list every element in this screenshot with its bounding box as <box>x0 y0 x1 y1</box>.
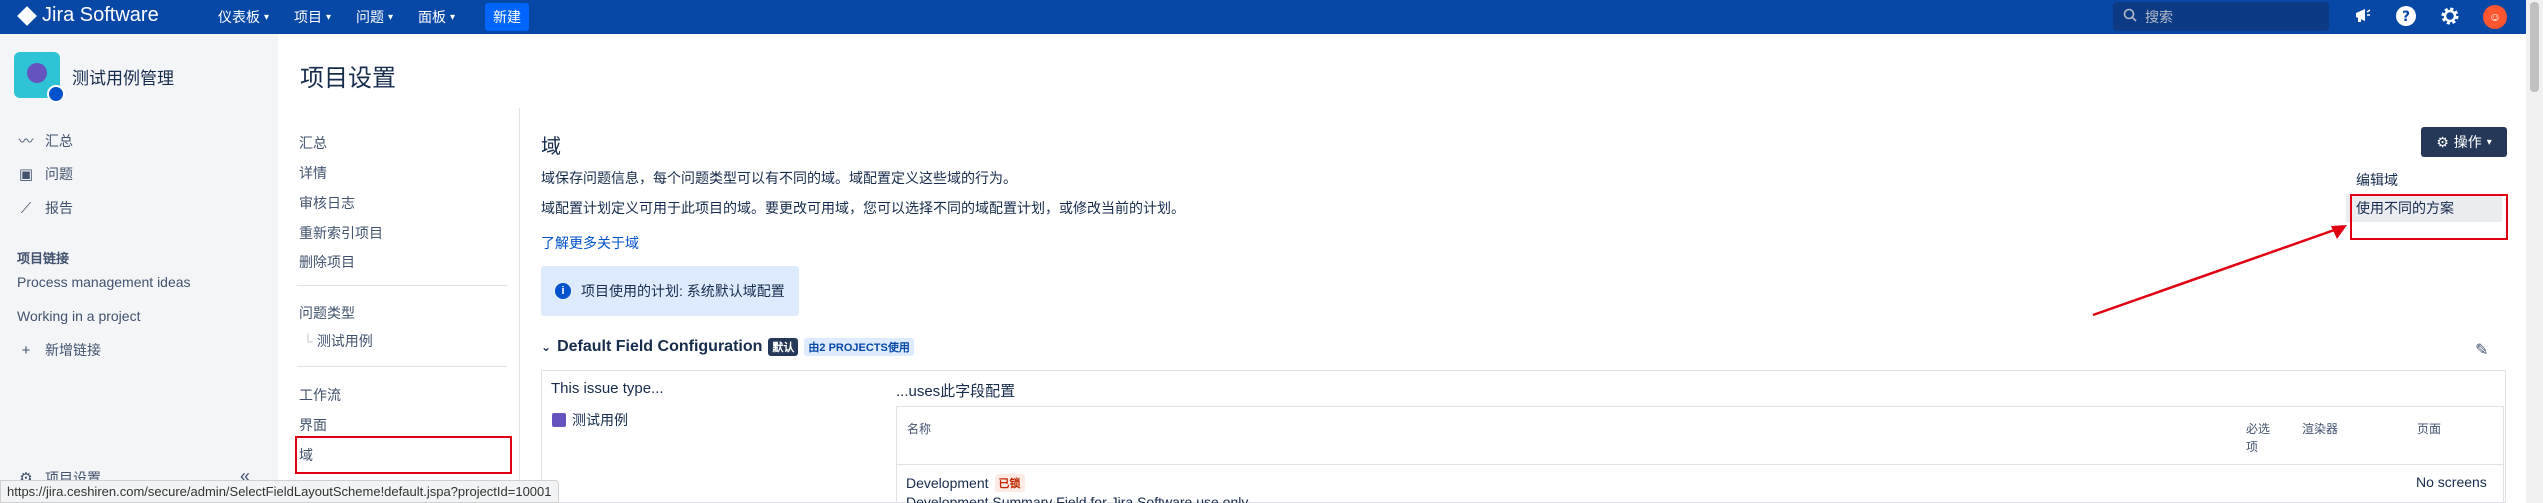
issue-type-column-title: This issue type... <box>551 380 664 397</box>
scheme-info-text: 项目使用的计划: 系统默认域配置 <box>581 283 785 299</box>
settings-nav-workflows[interactable]: 工作流 <box>299 385 341 405</box>
test-case-icon <box>552 413 566 427</box>
page-title: 项目设置 <box>300 65 396 92</box>
project-avatar[interactable] <box>14 52 65 103</box>
sidebar-item-reports[interactable]: ⟋ 报告 <box>17 198 73 218</box>
scrollbar-thumb[interactable] <box>2530 2 2539 92</box>
settings-nav-issue-type-child[interactable]: └ 测试用例 <box>303 331 373 351</box>
app-name: Jira Software <box>42 4 159 26</box>
project-type-badge-icon <box>47 85 65 103</box>
column-header-renderer: 渲染器 <box>2302 422 2339 436</box>
chevron-down-icon: ⌄ <box>541 340 552 354</box>
settings-nav-reindex[interactable]: 重新索引项目 <box>299 223 383 243</box>
settings-nav-screens[interactable]: 界面 <box>299 415 327 435</box>
field-row-screens: No screens <box>2416 474 2487 490</box>
settings-gear-icon[interactable] <box>2438 5 2462 29</box>
nav-divider <box>297 366 507 367</box>
issues-icon: ▣ <box>18 166 34 183</box>
learn-more-link[interactable]: 了解更多关于域 <box>541 233 639 253</box>
menu-item-edit-fields[interactable]: 编辑域 <box>2346 166 2502 194</box>
search-input[interactable]: 搜索 <box>2113 2 2329 31</box>
actions-button[interactable]: ⚙ 操作 ▾ <box>2421 127 2507 157</box>
chevron-down-icon: ▾ <box>264 11 270 23</box>
chevron-down-icon: ▾ <box>450 11 456 23</box>
plus-icon: + <box>21 341 31 359</box>
project-name[interactable]: 测试用例管理 <box>72 64 174 89</box>
megaphone-icon[interactable] <box>2351 5 2375 29</box>
settings-nav-issue-types[interactable]: 问题类型 <box>299 303 355 323</box>
issue-type-entry: 测试用例 <box>552 410 628 430</box>
user-avatar[interactable]: ☺ <box>2483 5 2507 29</box>
sidebar-item-issues[interactable]: ▣ 问题 <box>17 164 73 184</box>
column-header-name: 名称 <box>907 422 932 436</box>
top-navigation-bar: Jira Software 仪表板 ▾ 项目 ▾ 问题 ▾ 面板 ▾ 新建 搜索 ? ☺ <box>0 0 2543 34</box>
settings-nav-summary[interactable]: 汇总 <box>299 133 327 153</box>
project-link-working[interactable]: Working in a project <box>17 308 140 324</box>
description-paragraph-1: 域保存问题信息，每个问题类型可以有不同的域。域配置定义这些域的行为。 <box>541 170 1017 186</box>
fields-table-header: 名称 必选项 渲染器 页面 <box>897 407 2503 465</box>
content-divider <box>519 108 520 503</box>
project-avatar-inner <box>27 63 47 83</box>
add-link-button[interactable]: + 新增链接 <box>17 340 101 360</box>
svg-text:?: ? <box>2402 9 2410 25</box>
description-paragraph-2: 域配置计划定义可用于此项目的域。要更改可用域，您可以选择不同的域配置计划，或修改… <box>541 200 1185 216</box>
column-header-required: 必选项 <box>2246 422 2271 454</box>
nav-projects[interactable]: 项目 ▾ <box>294 7 331 27</box>
search-icon <box>2123 8 2137 25</box>
jira-logo[interactable]: Jira Software <box>17 4 159 27</box>
field-configuration-title: Default Field Configuration <box>557 338 763 355</box>
search-placeholder: 搜索 <box>2145 8 2173 25</box>
gear-icon: ⚙ <box>2436 133 2449 150</box>
nav-dashboards[interactable]: 仪表板 ▾ <box>218 7 269 27</box>
jira-diamond-icon <box>17 5 37 26</box>
section-heading: 域 <box>541 136 561 158</box>
chart-icon: ⟋ <box>20 199 32 217</box>
annotation-arrow <box>2092 225 2347 317</box>
used-by-badge[interactable]: 由2 PROJECTS使用 <box>804 338 914 356</box>
annotation-box-menu <box>2350 194 2508 240</box>
scheme-info-message: i 项目使用的计划: 系统默认域配置 <box>541 266 799 316</box>
field-row-name: Development 已锁 <box>906 474 1025 492</box>
activity-icon: 〰 <box>18 133 34 150</box>
settings-nav-delete-project[interactable]: 删除项目 <box>299 252 355 272</box>
column-header-screens: 页面 <box>2417 422 2442 436</box>
nav-boards[interactable]: 面板 ▾ <box>418 7 455 27</box>
vertical-scrollbar[interactable] <box>2526 0 2543 503</box>
field-configuration-header[interactable]: ⌄ Default Field Configuration 默认 由2 PROJ… <box>541 338 914 356</box>
sidebar-item-summary[interactable]: 〰 汇总 <box>17 130 73 151</box>
chevron-down-icon: ▾ <box>326 11 332 23</box>
fields-table: 名称 必选项 渲染器 页面 <box>896 406 2504 503</box>
nav-divider <box>297 285 507 286</box>
info-icon: i <box>555 283 571 299</box>
chevron-down-icon: ▾ <box>2486 136 2492 148</box>
edit-pencil-icon[interactable]: ✎ <box>2475 340 2488 360</box>
browser-status-bar: https://jira.ceshiren.com/secure/admin/S… <box>0 480 559 503</box>
project-sidebar: 测试用例管理 〰 汇总 ▣ 问题 ⟋ 报告 项目链接 Process manag… <box>0 34 278 503</box>
settings-nav-details[interactable]: 详情 <box>299 163 327 183</box>
annotation-box-fields <box>295 436 512 474</box>
project-links-header: 项目链接 <box>17 251 70 266</box>
default-badge: 默认 <box>768 338 799 356</box>
project-link-process-ideas[interactable]: Process management ideas <box>17 274 191 290</box>
locked-badge: 已锁 <box>994 474 1025 492</box>
help-icon[interactable]: ? <box>2394 5 2418 29</box>
field-row-description: Development Summary Field for Jira Softw… <box>906 494 1252 503</box>
settings-nav-audit-log[interactable]: 审核日志 <box>299 193 355 213</box>
uses-column-title: ...uses此字段配置 <box>896 383 1016 400</box>
chevron-down-icon: ▾ <box>388 11 394 23</box>
nav-issues[interactable]: 问题 ▾ <box>356 7 393 27</box>
tree-connector: └ <box>303 333 317 349</box>
create-button[interactable]: 新建 <box>485 3 529 31</box>
